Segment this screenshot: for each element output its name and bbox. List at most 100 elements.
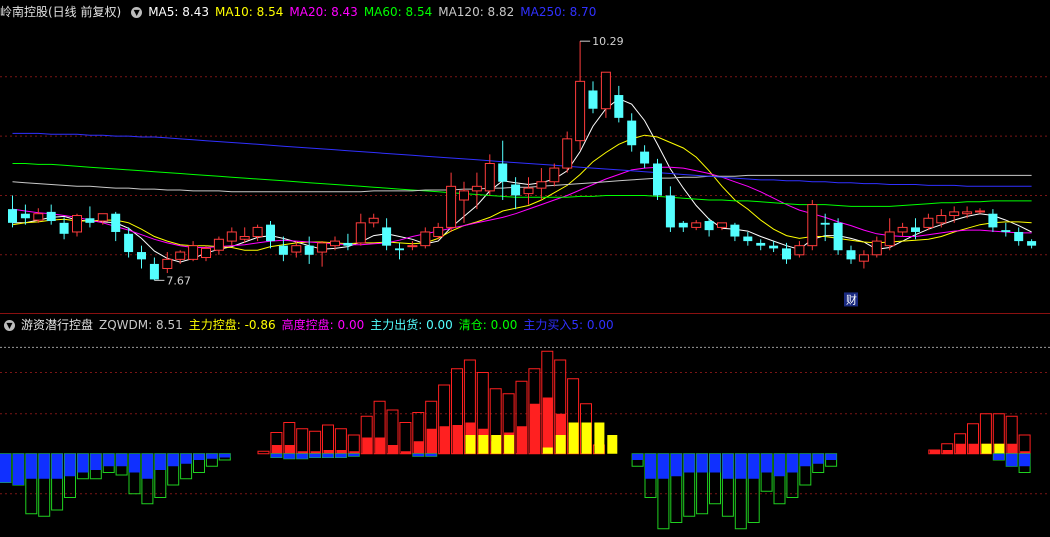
candle-body [884,231,895,247]
negative-bar-fill [322,453,334,458]
negative-bar-fill [25,453,37,479]
control-bar-fill [439,426,450,454]
negative-bar-fill [0,453,11,483]
candle-body [304,245,314,255]
candle-body [691,222,702,228]
candle-body [730,224,740,237]
negative-bar-fill [748,453,760,479]
negative-bar-fill [722,453,734,479]
candle-body [988,213,998,228]
control-bar-outline [296,428,309,455]
ma-line-ma250 [12,132,1032,187]
candle-body [717,222,727,228]
control-bar-yellow [491,435,502,454]
negative-bar-fill [180,453,192,464]
control-bar-outline [322,424,334,455]
negative-bar-fill [348,453,360,457]
candle-body [794,245,805,256]
control-bar-fill [375,437,386,454]
candle-body [368,217,379,224]
candle-body [807,204,818,247]
control-bar-fill [529,403,540,454]
candle-body [575,80,586,142]
control-bar-fill [323,450,334,454]
candle-body [59,222,69,234]
negative-bar-fill [90,453,102,470]
control-bar-yellow [581,422,592,454]
candle-body [653,163,662,196]
candle-body [407,245,418,248]
control-bar-yellow [568,422,579,454]
control-bar-outline [1018,434,1031,455]
control-bar-outline [257,450,270,455]
candle-body [33,213,44,221]
control-bar-fill [413,441,424,454]
candle-body [858,254,869,262]
ma-line-ma60 [12,163,1032,207]
candle-body [484,163,495,192]
candle-body [820,222,830,225]
candle-body [278,245,288,255]
candle-body [420,231,431,247]
candle-body [162,258,173,269]
negative-bar-fill [645,453,656,479]
negative-bar-fill [335,453,347,458]
candle-body [433,226,444,238]
candle-body [46,211,56,222]
negative-bar-fill [38,453,50,479]
negative-bar-fill [219,453,231,458]
control-bar-outline [347,434,360,455]
control-bar-fill [400,451,411,454]
negative-bar-fill [670,453,682,477]
candle-body [665,195,675,228]
negative-bar-fill [12,453,24,485]
control-bar-yellow [504,435,515,454]
control-bar-fill [271,445,282,454]
negative-bar-fill [632,453,644,460]
candle-body [549,167,560,183]
control-bar-yellow [555,435,566,454]
annotation-label: 10.29 [592,35,624,48]
negative-bar-fill [64,453,76,477]
negative-bar-fill [812,453,824,464]
negative-bar-fill [774,453,785,477]
negative-bar-fill [761,453,773,473]
control-bar-fill [929,450,940,454]
control-bar-fill [362,437,373,454]
control-bar-fill [955,443,966,454]
candle-body [382,227,392,246]
candle-body [317,242,328,253]
control-bar-outline [309,430,322,455]
negative-bar-fill [786,453,798,473]
candle-body [395,248,404,251]
candle-body [588,90,598,109]
candle-body [343,242,353,246]
negative-bar-fill [735,453,747,479]
candle-body [226,231,237,242]
candle-body [704,221,714,231]
ma-line-ma5 [12,98,1032,263]
candle-body [536,181,547,189]
control-bar-fill [517,426,527,454]
candle-body [330,240,340,247]
negative-bar-fill [683,453,695,473]
negative-bar-fill [799,453,811,467]
candle-body [85,218,95,223]
negative-bar-fill [657,453,669,479]
control-bar-yellow [478,435,489,454]
candle-body [175,251,186,260]
candle-body [188,245,199,260]
control-bar-fill [452,425,463,454]
control-bar-fill [284,445,295,454]
negative-bar-fill [154,453,166,470]
control-bar-fill [426,428,437,454]
candle-body [446,185,457,228]
candle-body [291,245,302,253]
candle-body [936,215,947,224]
ma-line-ma10 [12,134,1032,251]
negative-bar-fill [129,453,140,473]
negative-bar-fill [167,453,179,467]
chart-canvas: 10.29 7.67 财 [0,35,1050,530]
negative-bar-fill [825,453,837,460]
negative-bar-fill [103,453,115,467]
